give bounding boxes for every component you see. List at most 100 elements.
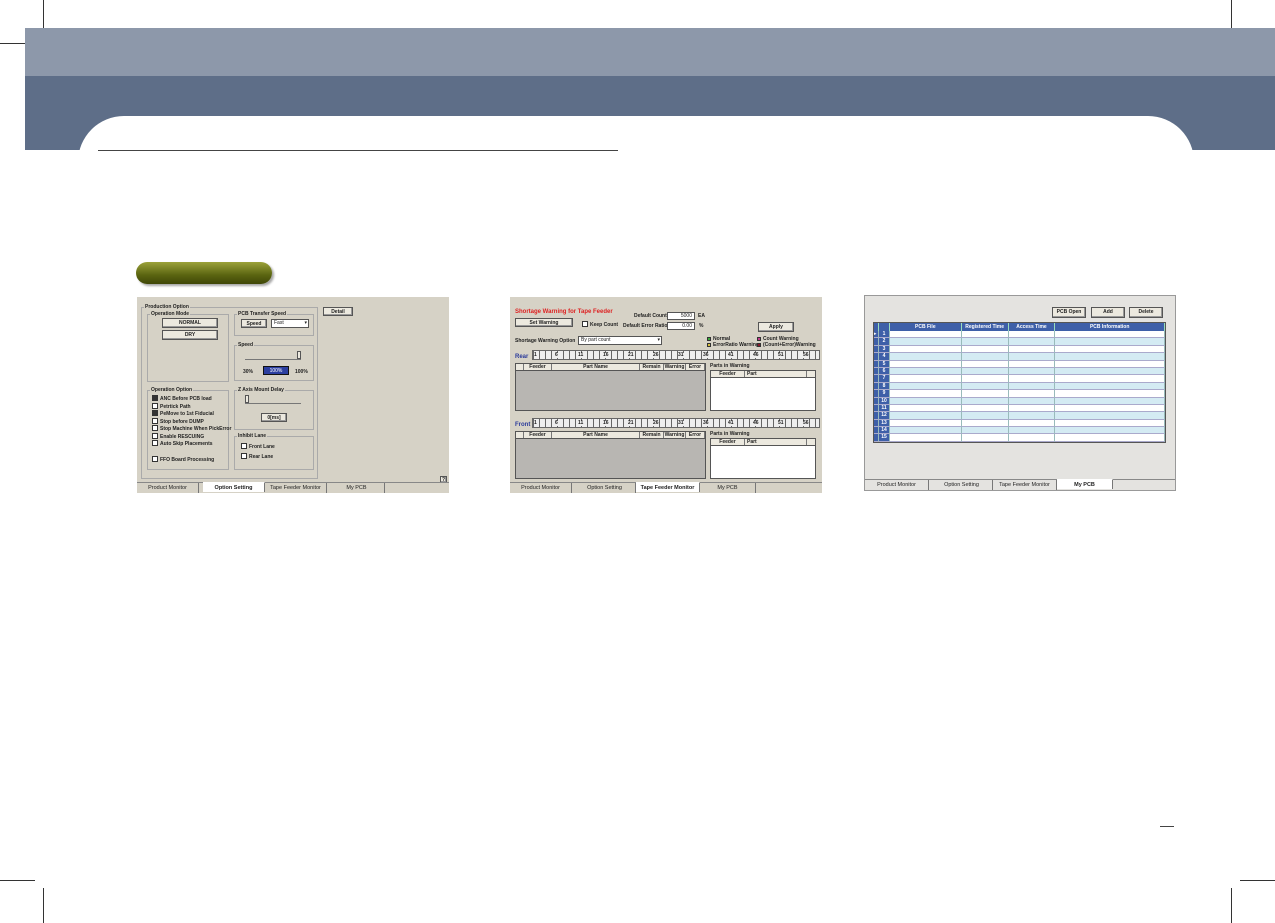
row-number: 11 [878, 404, 890, 413]
tab-option-setting[interactable]: Option Setting [574, 483, 636, 493]
tab-my-pcb[interactable]: My PCB [700, 483, 756, 493]
table-cell [961, 390, 1009, 398]
zaxis-slider[interactable] [245, 395, 301, 404]
speed-select-value: Fast [274, 320, 284, 326]
tab-bar: Product Monitor Option Setting Tape Feed… [865, 479, 1175, 490]
pcb-open-button[interactable]: PCB Open [1052, 307, 1086, 318]
table-row[interactable]: 3 [874, 345, 1166, 354]
table-row[interactable]: ▸ 1 [874, 331, 1166, 339]
table-row[interactable]: 8 [874, 382, 1166, 391]
keep-count-checkbox[interactable]: Keep Count [582, 321, 618, 329]
zaxis-value: 0[ms] [261, 413, 287, 422]
slider-knob[interactable] [297, 351, 301, 359]
legend: Normal Count Warning ErrorRatio Warning … [707, 336, 819, 348]
ruler-tick: 46 [753, 352, 759, 358]
table-cell [1008, 397, 1056, 405]
tab-product-monitor[interactable]: Product Monitor [510, 483, 572, 493]
ruler-tick: 26 [653, 420, 659, 426]
speed-slider[interactable] [245, 351, 301, 360]
page-number-rule [1160, 826, 1174, 827]
table-row[interactable]: 12 [874, 412, 1166, 420]
table-cell [1008, 331, 1056, 339]
table-row[interactable]: 13 [874, 419, 1166, 428]
rear-feeder-ruler[interactable]: 1 6 11 16 21 26 31 36 41 46 51 56 [532, 350, 820, 360]
tab-tape-feeder-monitor[interactable]: Tape Feeder Monitor [265, 483, 327, 493]
section-pill [136, 262, 272, 284]
ruler-tick: 56 [803, 420, 809, 426]
table-cell [961, 345, 1009, 354]
col-header: Part [745, 439, 807, 445]
table-row[interactable]: 15 [874, 434, 1166, 442]
shortage-option-select[interactable]: By part count ▾ [578, 336, 662, 345]
speed-max-label: 100% [295, 369, 308, 375]
tab-tape-feeder-monitor[interactable]: Tape Feeder Monitor [636, 482, 700, 492]
option-checkbox[interactable]: ANC Before PCB load [152, 395, 212, 403]
tab-product-monitor[interactable]: Product Monitor [137, 483, 199, 493]
option-checkbox[interactable]: Auto Skip Placements [152, 440, 213, 448]
tab-tape-feeder-monitor[interactable]: Tape Feeder Monitor [993, 480, 1057, 490]
production-option-title: Production Option [144, 304, 190, 311]
table-cell [1008, 419, 1056, 428]
slider-knob[interactable] [245, 395, 249, 403]
default-count-input[interactable]: 5000 [667, 312, 695, 320]
table-row[interactable]: 7 [874, 375, 1166, 383]
inhibit-lane-title: Inhibit Lane [237, 433, 268, 440]
detail-button[interactable]: Detail [323, 307, 353, 316]
rear-lane-checkbox[interactable]: Rear Lane [241, 453, 273, 461]
table-cell [961, 397, 1009, 405]
table-cell [889, 338, 962, 346]
default-count-unit: EA [698, 313, 705, 319]
table-cell [961, 360, 1009, 368]
pcb-transfer-title: PCB Transfer Speed [237, 311, 288, 318]
speed-current-value: 100% [263, 366, 289, 375]
tab-my-pcb[interactable]: My PCB [329, 483, 385, 493]
ruler-tick: 16 [603, 352, 609, 358]
tab-my-pcb[interactable]: My PCB [1057, 479, 1113, 489]
default-error-input[interactable]: 0.00 [667, 322, 695, 330]
crop-mark [1240, 880, 1275, 881]
option-checkbox[interactable]: PeMove to 1st Fiducial [152, 410, 214, 418]
tab-product-monitor[interactable]: Product Monitor [865, 480, 929, 490]
legend-swatch [757, 337, 761, 341]
table-row[interactable]: 2 [874, 338, 1166, 346]
table-row[interactable]: 9 [874, 390, 1166, 398]
table-row[interactable]: 6 [874, 367, 1166, 376]
front-feeder-table: Feeder Part Name Remain Warning Error [515, 431, 706, 479]
speed-select[interactable]: Fast ▾ [271, 319, 309, 328]
default-error-label: Default Error Ratio [623, 323, 668, 329]
table-header: PCB File Registered Time Access Time PCB… [874, 323, 1166, 331]
front-lane-checkbox[interactable]: Front Lane [241, 443, 275, 451]
row-number: 8 [878, 382, 890, 391]
table-row[interactable]: 4 [874, 353, 1166, 361]
delete-button[interactable]: Delete [1129, 307, 1163, 318]
option-checkbox[interactable]: Stop Machine When PickError [152, 425, 231, 433]
table-cell [1055, 390, 1166, 398]
ruler-tick: 41 [728, 352, 734, 358]
table-cell [1055, 397, 1166, 405]
ruler-tick: 31 [678, 352, 684, 358]
table-row[interactable]: 11 [874, 404, 1166, 413]
table-cell [889, 375, 962, 383]
table-cell [889, 397, 962, 405]
table-cell [1008, 367, 1056, 376]
add-button[interactable]: Add [1091, 307, 1125, 318]
table-header: Feeder Part Name Remain Warning Error [516, 432, 705, 439]
crop-mark [0, 880, 35, 881]
option-checkbox[interactable]: FFO Board Processing [152, 456, 214, 464]
apply-button[interactable]: Apply [758, 322, 794, 332]
table-cell [1055, 367, 1166, 376]
front-feeder-ruler[interactable]: 1 6 11 16 21 26 31 36 41 46 51 56 [532, 418, 820, 428]
normal-button[interactable]: NORMAL [162, 318, 218, 328]
set-warning-button[interactable]: Set Warning [515, 318, 573, 327]
tab-option-setting[interactable]: Option Setting [931, 480, 993, 490]
dry-button[interactable]: DRY [162, 330, 218, 340]
table-cell [889, 331, 962, 339]
table-row[interactable]: 14 [874, 427, 1166, 435]
table-row[interactable]: 10 [874, 397, 1166, 405]
tab-option-setting[interactable]: Option Setting [203, 482, 265, 492]
table-cell [889, 390, 962, 398]
speed-button[interactable]: Speed [241, 319, 267, 328]
table-row[interactable]: 5 [874, 360, 1166, 368]
option-setting-screen: Production Option Operation Mode NORMAL … [137, 297, 449, 493]
table-cell [961, 375, 1009, 383]
